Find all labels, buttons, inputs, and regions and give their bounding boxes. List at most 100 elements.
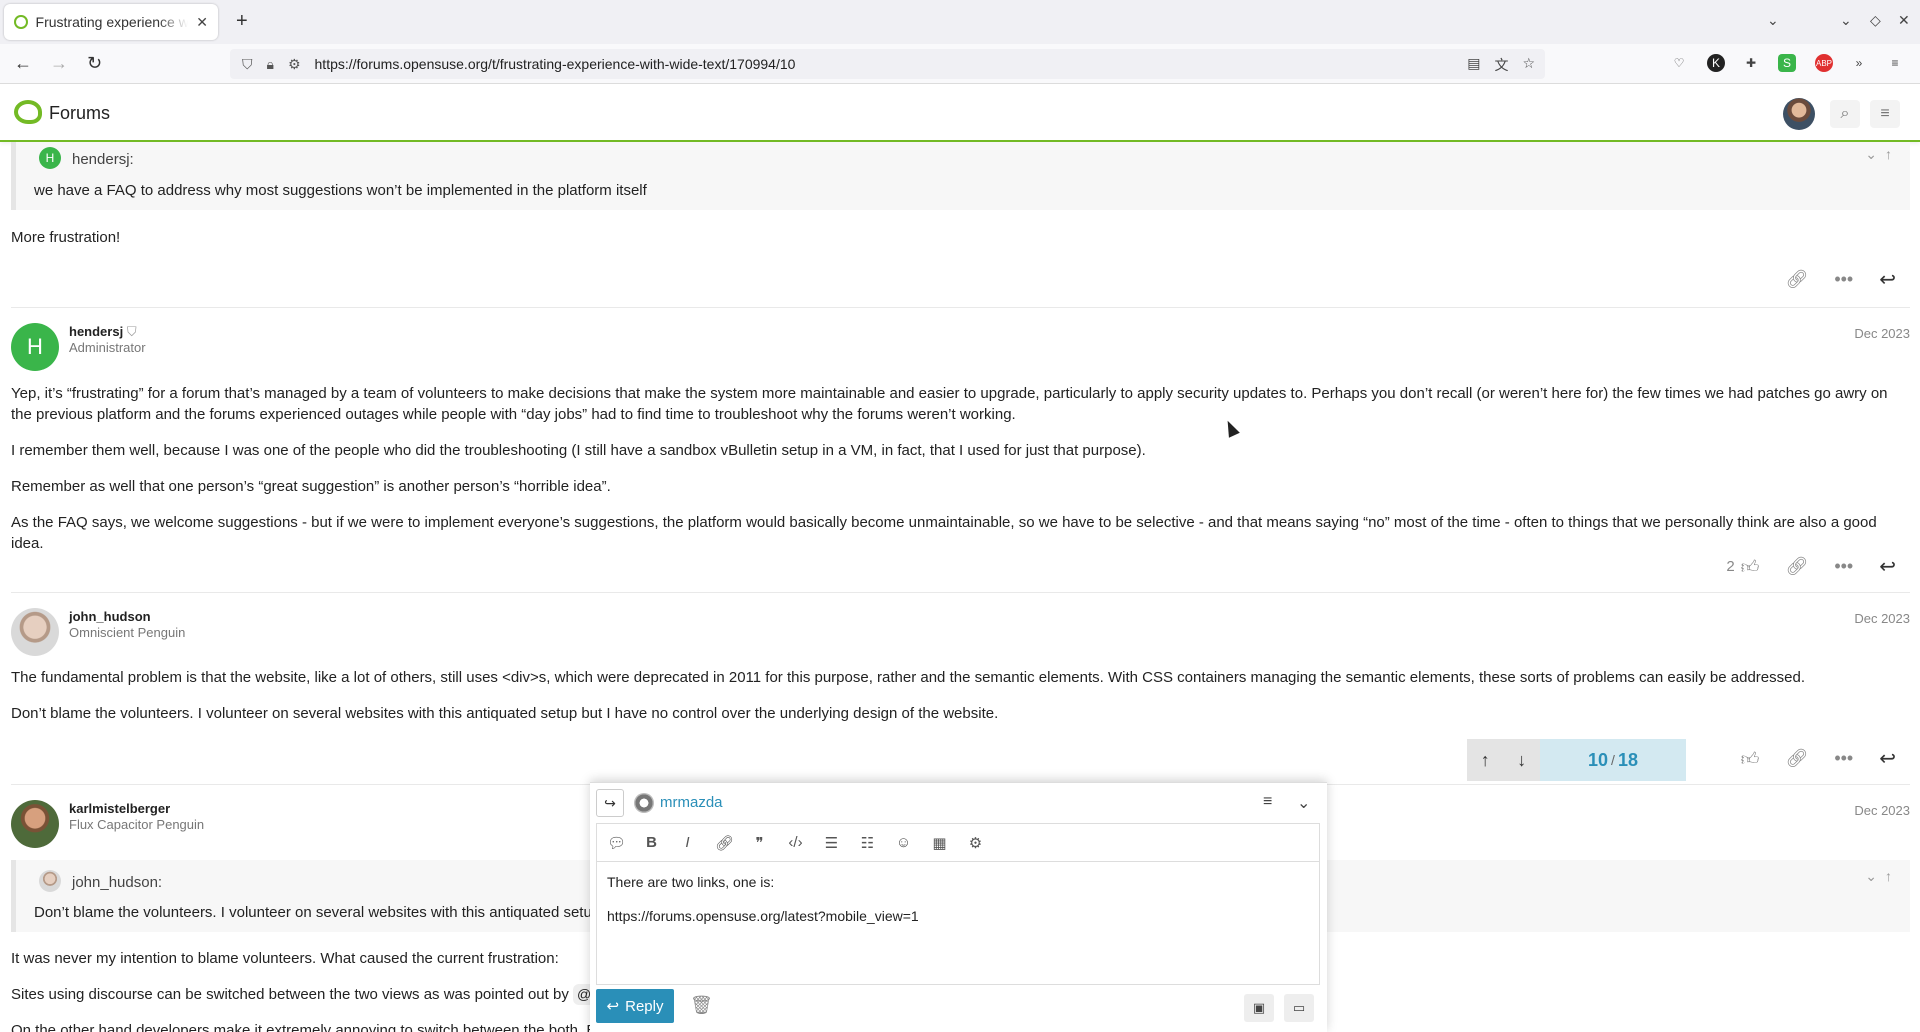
post-date[interactable]: Dec 2023 (1854, 611, 1910, 626)
current-user-avatar[interactable] (1783, 98, 1815, 130)
link-icon[interactable]: 🔗︎ (1785, 556, 1808, 577)
overflow-icon[interactable]: » (1850, 54, 1868, 72)
close-tab-icon[interactable]: ✕ (196, 14, 208, 31)
avatar[interactable] (11, 608, 59, 656)
topic-progress[interactable]: ↑ ↓ 10/18 (1467, 739, 1686, 781)
quote-expand-icon[interactable]: ⌄↑ (1865, 146, 1900, 163)
collapse-composer-icon[interactable]: ⌄ (1297, 793, 1310, 813)
composer-menu-icon[interactable]: ≡ (1263, 793, 1272, 811)
numbered-list-icon[interactable]: ☷ (859, 834, 876, 852)
adblock-icon[interactable]: ABP (1815, 54, 1833, 72)
quote-expand-icon[interactable]: ⌄↑ (1865, 868, 1900, 885)
bookmark-star-icon[interactable]: ☆ (1522, 55, 1535, 75)
post-divider (11, 592, 1910, 593)
code-icon[interactable]: ‹/› (787, 834, 804, 851)
maximize-icon[interactable]: ◇ (1870, 12, 1881, 29)
composer-reply-to-user[interactable]: mrmazda (660, 794, 723, 811)
post-paragraph: Don’t blame the volunteers. I volunteer … (11, 705, 999, 722)
tab-title: Frustrating experience with wide text (35, 14, 189, 30)
avatar[interactable]: H (11, 323, 59, 371)
site-header: Forums ⌕ ≡ (0, 84, 1920, 142)
more-icon[interactable]: ••• (1834, 748, 1853, 769)
toggle-preview-icon[interactable]: ▭ (1284, 994, 1314, 1022)
post-actions: 👍︎ 🔗︎ ••• ↩ (1741, 746, 1896, 771)
post-date[interactable]: Dec 2023 (1854, 326, 1910, 341)
more-icon[interactable]: ••• (1834, 269, 1853, 290)
reply-button[interactable]: ↩ Reply (596, 989, 674, 1023)
quote-text: we have a FAQ to address why most sugges… (34, 182, 647, 199)
avatar[interactable] (11, 800, 59, 848)
bold-icon[interactable]: B (643, 834, 660, 851)
pocket-icon[interactable]: ♡ (1670, 54, 1688, 72)
reply-icon[interactable]: ↩ (1879, 267, 1896, 292)
url-text[interactable]: https://forums.opensuse.org/t/frustratin… (315, 56, 796, 72)
extension-s-icon[interactable]: S (1778, 54, 1796, 72)
composer-line: There are two links, one is: (607, 874, 775, 890)
post-username[interactable]: karlmistelberger (69, 801, 170, 816)
italic-icon[interactable]: I (679, 834, 696, 851)
reply-icon: ↩ (606, 998, 620, 1015)
translate-icon[interactable]: 文 (1494, 55, 1508, 75)
search-icon[interactable]: ⌕ (1830, 100, 1860, 128)
tab-list-icon[interactable]: ⌄ (1767, 12, 1779, 29)
discard-trash-icon[interactable]: 🗑︎ (690, 995, 713, 1016)
post-date[interactable]: Dec 2023 (1854, 803, 1910, 818)
bullet-list-icon[interactable]: ☰ (823, 834, 840, 852)
opensuse-logo-icon[interactable] (14, 100, 42, 124)
editor-toolbar: 💬︎ B I 🔗︎ ❞ ‹/› ☰ ☷ ☺ ▦ ⚙ (596, 823, 1320, 861)
blockquote-icon[interactable]: ❞ (751, 834, 768, 852)
post-counter[interactable]: 10/18 (1540, 739, 1686, 781)
post-paragraph: Yep, it’s “frustrating” for a forum that… (11, 385, 1888, 423)
reply-icon[interactable]: ↩ (1879, 554, 1896, 579)
calendar-icon[interactable]: ▦ (931, 834, 948, 852)
site-title[interactable]: Forums (49, 103, 110, 124)
url-bar[interactable]: ⛉ 🔒︎ ⚙ https://forums.opensuse.org/t/fru… (230, 49, 1545, 79)
quote-post-icon[interactable]: 💬︎ (607, 834, 626, 852)
current-post-number: 10 (1588, 749, 1609, 770)
extensions-icon[interactable]: ✚ (1742, 54, 1760, 72)
favicon-icon (14, 15, 28, 29)
shield-icon[interactable]: ⛉ (242, 56, 253, 73)
permissions-icon[interactable]: ⚙ (288, 56, 301, 73)
hyperlink-icon[interactable]: 🔗︎ (715, 834, 734, 852)
options-gear-icon[interactable]: ⚙ (967, 834, 984, 852)
browser-tab[interactable]: Frustrating experience with wide text ✕ (4, 4, 218, 40)
post-paragraph: I remember them well, because I was one … (11, 442, 1146, 459)
back-icon[interactable]: ← (14, 53, 32, 74)
user-title: Administrator (69, 340, 146, 355)
post-username[interactable]: hendersj ⛉ (69, 324, 137, 340)
link-icon[interactable]: 🔗︎ (1785, 748, 1808, 769)
extension-k-icon[interactable]: K (1707, 54, 1725, 72)
reload-icon[interactable]: ↻ (87, 53, 102, 74)
emoji-icon[interactable]: ☺ (895, 834, 912, 851)
quote-author: hendersj: (72, 151, 134, 168)
like-icon[interactable]: 👍︎ (1741, 748, 1760, 770)
close-window-icon[interactable]: ✕ (1898, 12, 1910, 29)
like-count[interactable]: 2 (1726, 558, 1734, 575)
lock-icon[interactable]: 🔒︎ (267, 56, 274, 73)
post-paragraph: The fundamental problem is that the webs… (11, 669, 1805, 686)
forward-icon[interactable]: → (50, 53, 68, 74)
new-tab-icon[interactable]: + (236, 10, 248, 33)
hamburger-menu-icon[interactable]: ≡ (1870, 100, 1900, 128)
like-icon[interactable]: 👍︎ (1741, 556, 1760, 578)
reply-action-icon[interactable]: ↪ (596, 789, 624, 817)
post-actions: 2 👍︎ 🔗︎ ••• ↩ (1726, 554, 1896, 579)
menu-icon[interactable]: ≡ (1886, 54, 1904, 72)
post-actions: 🔗︎ ••• ↩ (1785, 267, 1896, 292)
composer-textarea[interactable]: There are two links, one is: https://for… (596, 861, 1320, 985)
reply-composer: ↪ mrmazda ≡ ⌄ 💬︎ B I 🔗︎ ❞ ‹/› ☰ ☷ ☺ ▦ ⚙ … (590, 782, 1327, 1032)
reader-view-icon[interactable]: ▤ (1467, 55, 1480, 75)
jump-up-icon[interactable]: ↑ (1481, 750, 1490, 771)
browser-tab-bar: Frustrating experience with wide text ✕ … (0, 0, 1920, 44)
minimize-icon[interactable]: ⌄ (1840, 12, 1852, 29)
browser-nav-bar: ← → ↻ ⛉ 🔒︎ ⚙ https://forums.opensuse.org… (0, 44, 1920, 84)
reply-icon[interactable]: ↩ (1879, 746, 1896, 771)
moderator-shield-icon: ⛉ (126, 324, 137, 339)
link-icon[interactable]: 🔗︎ (1785, 269, 1808, 290)
toggle-preview-image-icon[interactable]: ▣ (1244, 994, 1274, 1022)
jump-down-icon[interactable]: ↓ (1517, 750, 1526, 771)
post-username[interactable]: john_hudson (69, 609, 151, 624)
more-icon[interactable]: ••• (1834, 556, 1853, 577)
reply-button-label: Reply (625, 997, 664, 1015)
